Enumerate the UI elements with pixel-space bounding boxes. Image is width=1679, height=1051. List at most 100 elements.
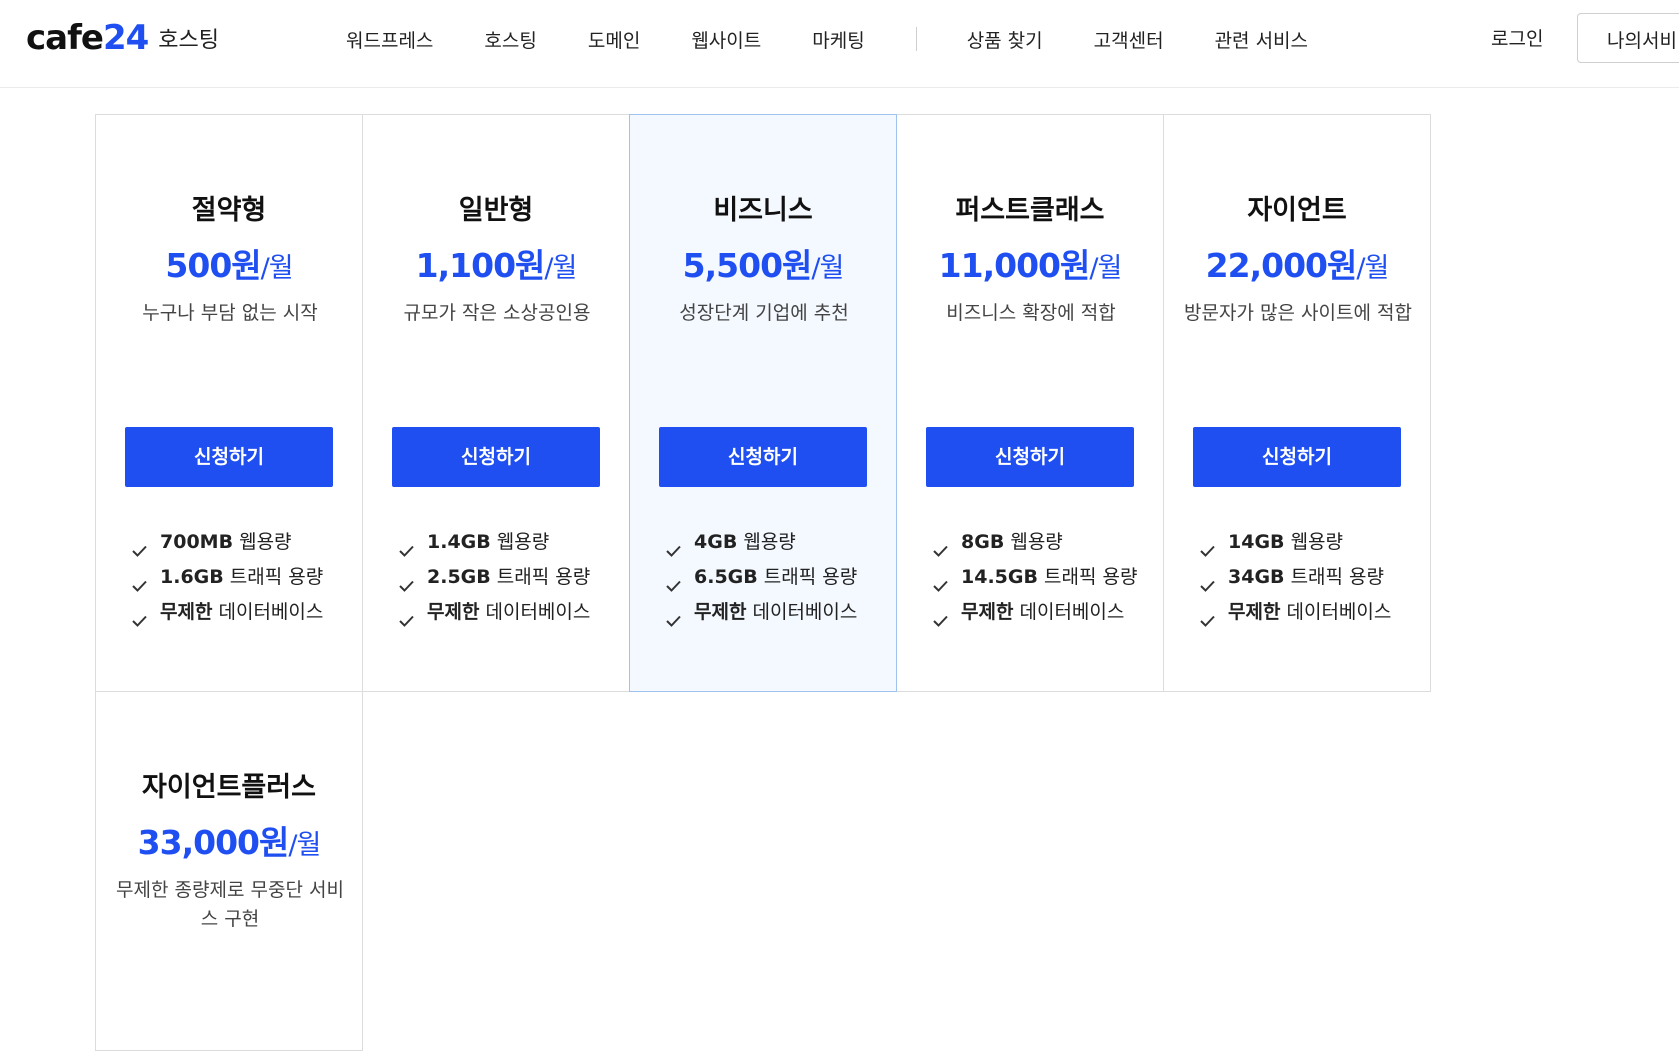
feature-label: 트래픽 용량 xyxy=(1037,566,1138,588)
plan-card-giant: 자이언트 22,000원/월 방문자가 많은 사이트에 적합 신청하기 14GB 웹용량… xyxy=(1163,114,1431,692)
price-amount: 500원 xyxy=(165,246,261,285)
price-amount: 33,000원 xyxy=(137,823,290,862)
plan-price: 33,000원/월 xyxy=(96,816,362,864)
feature-label: 트래픽 용량 xyxy=(490,566,591,588)
check-icon xyxy=(1200,606,1215,627)
plan-feature: 무제한 데이터베이스 xyxy=(1200,597,1420,627)
plan-description: 규모가 작은 소상공인용 xyxy=(403,302,591,324)
check-icon xyxy=(666,536,681,557)
feature-value: 1.4GB xyxy=(427,531,491,553)
feature-label: 데이터베이스 xyxy=(1280,601,1392,623)
apply-button[interactable]: 신청하기 xyxy=(125,427,333,487)
feature-value: 무제한 xyxy=(694,601,747,623)
apply-button[interactable]: 신청하기 xyxy=(1193,427,1401,487)
nav-item-related-services[interactable]: 관련 서비스 xyxy=(1215,26,1308,53)
price-unit: /월 xyxy=(260,253,294,284)
price-amount: 11,000원 xyxy=(938,246,1091,285)
plan-feature: 1.6GB 트래픽 용량 xyxy=(132,562,352,592)
feature-label: 웹용량 xyxy=(490,531,550,553)
check-icon xyxy=(399,536,414,557)
feature-value: 1.6GB xyxy=(160,566,224,588)
feature-value: 14.5GB xyxy=(961,566,1038,588)
feature-value: 6.5GB xyxy=(694,566,758,588)
check-icon xyxy=(933,571,948,592)
plan-card-basic: 일반형 1,100원/월규모가 작은 소상공인용신청하기 1.4GB 웹용량 2.5G… xyxy=(362,114,630,692)
plan-feature: 14.5GB 트래픽 용량 xyxy=(933,562,1153,592)
nav-item-support[interactable]: 고객센터 xyxy=(1094,26,1164,53)
feature-value: 4GB xyxy=(694,531,738,553)
nav-item-wordpress[interactable]: 워드프레스 xyxy=(346,26,433,53)
plan-name: 절약형 xyxy=(191,195,267,226)
price-unit: /월 xyxy=(811,253,844,284)
login-link[interactable]: 로그인 xyxy=(1491,24,1543,51)
plan-feature: 무제한 데이터베이스 xyxy=(132,597,352,627)
feature-value: 무제한 xyxy=(160,601,213,623)
feature-label: 웹용량 xyxy=(737,531,796,553)
cafe24-logo[interactable]: cafe24 호스팅 xyxy=(26,18,219,58)
plan-price: 1,100원/월 xyxy=(363,239,629,287)
plan-features: 14GB 웹용량 34GB 트래픽 용량무제한 데이터베이스 xyxy=(1200,527,1420,632)
feature-value: 무제한 xyxy=(961,601,1014,623)
feature-label: 데이터베이스 xyxy=(479,601,591,623)
feature-label: 웹용량 xyxy=(1284,531,1344,553)
plan-feature: 34GB 트래픽 용량 xyxy=(1200,562,1420,592)
price-unit: /월 xyxy=(544,253,577,284)
feature-label: 트래픽 용량 xyxy=(757,566,858,588)
plan-name: 일반형 xyxy=(458,195,534,226)
plan-feature: 14GB 웹용량 xyxy=(1200,527,1420,557)
price-amount: 5,500원 xyxy=(682,246,813,285)
site-header: cafe24 호스팅 워드프레스 호스팅 도메인 웹사이트 마케팅 상품 찾기 … xyxy=(0,0,1679,88)
feature-label: 웹용량 xyxy=(1004,531,1063,553)
logo-subtitle: 호스팅 xyxy=(158,28,220,53)
plan-card-saver: 절약형 500원/월 누구나 부담 없는 시작 신청하기 700MB 웹용량 1.6GB … xyxy=(95,114,363,692)
check-icon xyxy=(666,606,681,627)
plan-features: 700MB 웹용량 1.6GB 트래픽 용량 무제한 데이터베이스 xyxy=(132,527,352,632)
plan-feature: 8GB 웹용량 xyxy=(933,527,1153,557)
price-unit: /월 xyxy=(288,830,321,861)
price-amount: 1,100원 xyxy=(415,246,546,285)
apply-button[interactable]: 신청하기 xyxy=(392,427,600,487)
feature-label: 트래픽 용량 xyxy=(1284,566,1385,588)
check-icon xyxy=(933,536,948,557)
feature-label: 데이터베이스 xyxy=(1013,601,1125,623)
feature-value: 14GB xyxy=(1228,531,1285,553)
check-icon xyxy=(132,536,147,557)
nav-item-domain[interactable]: 도메인 xyxy=(588,26,640,53)
plan-description: 누구나 부담 없는 시작 xyxy=(142,302,318,324)
feature-value: 8GB xyxy=(961,531,1005,553)
plan-name: 자이언트플러스 xyxy=(142,772,316,803)
apply-button[interactable]: 신청하기 xyxy=(659,427,867,487)
plan-price: 11,000원/월 xyxy=(897,239,1163,287)
nav-item-website[interactable]: 웹사이트 xyxy=(691,26,761,53)
plan-feature: 4GB 웹용량 xyxy=(666,527,886,557)
feature-value: 700MB xyxy=(160,531,234,553)
check-icon xyxy=(399,571,414,592)
plan-card-first-class: 퍼스트클래스 11,000원/월 비즈니스 확장에 적합 신청하기 8GB 웹용량 14.… xyxy=(896,114,1164,692)
plan-card-giant-plus: 자이언트플러스 33,000원/월 무제한 종량제로 무중단 서비스 구현 xyxy=(95,691,363,1051)
plan-name: 퍼스트클래스 xyxy=(955,195,1105,226)
check-icon xyxy=(1200,536,1215,557)
plan-description: 방문자가 많은 사이트에 적합 xyxy=(1184,302,1412,324)
feature-label: 데이터베이스 xyxy=(746,601,858,623)
plan-feature: 무제한 데이터베이스 xyxy=(933,597,1153,627)
apply-button[interactable]: 신청하기 xyxy=(926,427,1134,487)
feature-label: 데이터베이스 xyxy=(212,601,324,623)
check-icon xyxy=(666,571,681,592)
my-service-button[interactable]: 나의서비 xyxy=(1577,13,1679,63)
plan-feature: 무제한 데이터베이스 xyxy=(399,597,619,627)
nav-item-hosting[interactable]: 호스팅 xyxy=(484,26,536,53)
check-icon xyxy=(1200,571,1215,592)
feature-value: 2.5GB xyxy=(427,566,491,588)
nav-item-marketing[interactable]: 마케팅 xyxy=(812,26,864,53)
check-icon xyxy=(399,606,414,627)
plan-features: 8GB 웹용량 14.5GB 트래픽 용량무제한 데이터베이스 xyxy=(933,527,1153,632)
plan-card-business: 비즈니스 5,500원/월 성장단계 기업에 추천 신청하기 4GB 웹용량 6.5GB … xyxy=(629,114,897,692)
plan-price: 500원/월 xyxy=(96,239,362,287)
plan-name: 자이언트 xyxy=(1247,195,1347,226)
plan-features: 4GB 웹용량 6.5GB 트래픽 용량무제한 데이터베이스 xyxy=(666,527,886,632)
check-icon xyxy=(933,606,948,627)
plan-feature: 1.4GB 웹용량 xyxy=(399,527,619,557)
nav-item-find-product[interactable]: 상품 찾기 xyxy=(967,26,1043,53)
feature-value: 무제한 xyxy=(427,601,480,623)
plan-feature: 무제한 데이터베이스 xyxy=(666,597,886,627)
